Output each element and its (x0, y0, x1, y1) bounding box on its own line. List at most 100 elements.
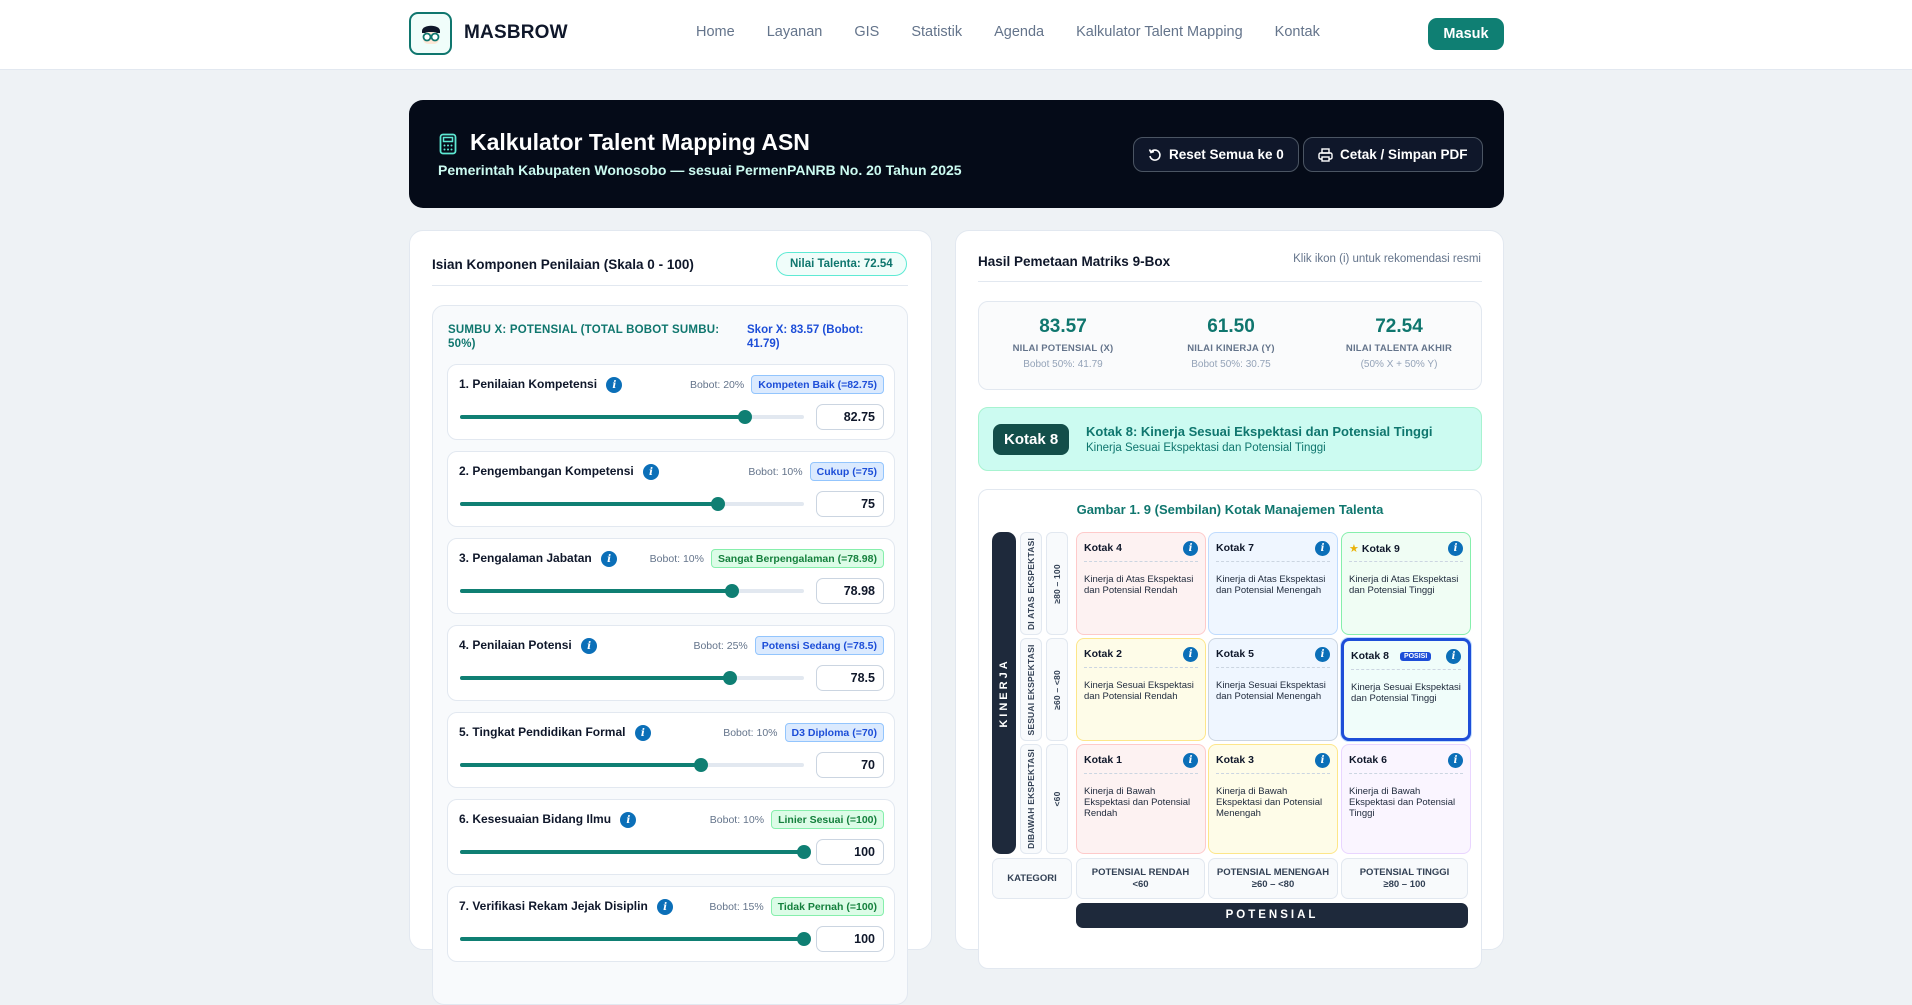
nav-link-statistik[interactable]: Statistik (911, 24, 962, 40)
info-icon[interactable]: i (1315, 647, 1330, 662)
cell-description: Kinerja Sesuai Ekspektasi dan Potensial … (1084, 680, 1194, 702)
slider-thumb[interactable] (711, 497, 725, 511)
row-label-meets: SESUAI EKSPEKTASI (1020, 638, 1042, 741)
info-icon[interactable]: i (643, 464, 660, 480)
row-range-above: ≥80 – 100 (1046, 532, 1068, 635)
component-card: 2. Pengembangan Kompetensi i Bobot: 10% Cu… (447, 451, 895, 527)
star-icon: ★ (1349, 543, 1359, 555)
nav-link-gis[interactable]: GIS (854, 24, 879, 40)
row-label-above: DI ATAS EKSPEKTASI (1020, 532, 1042, 635)
nav-link-kalkulator[interactable]: Kalkulator Talent Mapping (1076, 24, 1243, 40)
cell-description: Kinerja Sesuai Ekspektasi dan Potensial … (1216, 680, 1326, 702)
info-icon[interactable]: i (1446, 649, 1461, 664)
component-weight: Bobot: 15% (709, 900, 764, 913)
slider-thumb[interactable] (797, 932, 811, 946)
info-icon[interactable]: i (1183, 541, 1198, 556)
info-icon[interactable]: i (581, 638, 598, 654)
axis-x-score: Skor X: 83.57 (Bobot: 41.79) (747, 324, 864, 350)
stat-label: NILAI TALENTA AKHIR (1345, 343, 1453, 354)
matrix-cell[interactable]: Kotak 5 i Kinerja Sesuai Ekspektasi dan Po… (1208, 638, 1338, 741)
component-value-input[interactable]: 75 (816, 491, 884, 517)
info-icon[interactable]: i (1315, 541, 1330, 556)
brand-name[interactable]: MASBROW (464, 22, 568, 44)
info-icon[interactable]: i (1183, 647, 1198, 662)
component-value-input[interactable]: 70 (816, 752, 884, 778)
matrix-cell[interactable]: Kotak 2 i Kinerja Sesuai Ekspektasi dan Po… (1076, 638, 1206, 741)
nav-link-home[interactable]: Home (696, 24, 735, 40)
info-icon[interactable]: i (606, 377, 623, 393)
cell-name: Kotak 3 (1216, 754, 1254, 766)
component-badge: Sangat Berpengalaman (=78.98) (710, 549, 884, 568)
info-icon[interactable]: i (1448, 541, 1463, 556)
component-slider[interactable] (460, 671, 804, 685)
matrix-cell[interactable]: Kotak 1 i Kinerja di Bawah Ekspektasi dan … (1076, 744, 1206, 854)
col-header-range: ≥60 – <80 (1251, 879, 1295, 890)
nav-link-layanan[interactable]: Layanan (767, 24, 823, 40)
component-name: 1. Penilaian Kompetensi i (459, 377, 623, 393)
nav-link-kontak[interactable]: Kontak (1275, 24, 1320, 40)
component-slider[interactable] (460, 410, 804, 424)
print-button-label: Cetak / Simpan PDF (1340, 147, 1468, 162)
cell-label: Kotak 6 (1349, 754, 1387, 766)
component-weight: Bobot: 10% (649, 552, 704, 565)
component-value-input[interactable]: 100 (816, 926, 884, 952)
print-button[interactable]: Cetak / Simpan PDF (1303, 137, 1483, 172)
matrix-cell[interactable]: Kotak 6 i Kinerja di Bawah Ekspektasi dan … (1341, 744, 1471, 854)
stat-talenta: 72.54 NILAI TALENTA AKHIR (50% X + 50% Y… (1315, 316, 1483, 370)
slider-thumb[interactable] (723, 671, 738, 685)
component-slider[interactable] (460, 497, 804, 511)
matrix-cell[interactable]: Kotak 3 i Kinerja di Bawah Ekspektasi dan … (1208, 744, 1338, 854)
info-icon[interactable]: i (1183, 753, 1198, 768)
slider-thumb[interactable] (693, 758, 708, 772)
slider-thumb[interactable] (797, 845, 811, 859)
component-label: 7. Verifikasi Rekam Jejak Disiplin (459, 899, 648, 913)
stat-value: 72.54 (1375, 316, 1423, 337)
slider-thumb[interactable] (737, 410, 752, 424)
component-badge: Potensi Sedang (=78.5) (754, 636, 884, 655)
row-range-text: <60 (1052, 791, 1062, 807)
brand-logo[interactable] (409, 12, 452, 55)
reset-button-label: Reset Semua ke 0 (1169, 147, 1284, 162)
reset-button[interactable]: Reset Semua ke 0 (1133, 137, 1299, 172)
component-badge: Linier Sesuai (=100) (771, 810, 884, 829)
component-weight: Bobot: 20% (689, 378, 745, 391)
component-value-input[interactable]: 100 (816, 839, 884, 865)
login-button[interactable]: Masuk (1428, 18, 1504, 50)
row-label-text: DIBAWAH EKSPEKTASI (1026, 749, 1036, 849)
component-slider[interactable] (460, 584, 804, 598)
slider-fill (460, 589, 732, 593)
col-header-range: ≥80 – 100 (1383, 879, 1426, 890)
info-icon[interactable]: i (657, 899, 674, 915)
component-weight: Bobot: 25% (693, 639, 748, 652)
info-icon[interactable]: i (634, 725, 651, 741)
component-label: 5. Tingkat Pendidikan Formal (459, 725, 626, 739)
input-panel: Isian Komponen Penilaian (Skala 0 - 100)… (409, 230, 932, 1005)
kinerja-axis-text: KINERJA (998, 658, 1010, 728)
nav-link-agenda[interactable]: Agenda (994, 24, 1044, 40)
matrix-cell[interactable]: Kotak 8 POSISI i Kinerja Sesuai Ekspektasi … (1341, 638, 1471, 741)
component-badge: Tidak Pernah (=100) (770, 897, 884, 916)
component-name: 5. Tingkat Pendidikan Formal i (459, 725, 651, 741)
matrix-cell[interactable]: Kotak 7 i Kinerja di Atas Ekspektasi dan P… (1208, 532, 1338, 635)
component-value-input[interactable]: 78.5 (816, 665, 884, 691)
result-panel-title: Hasil Pemetaan Matriks 9-Box (978, 254, 1171, 269)
page-title: Kalkulator Talent Mapping ASN (470, 129, 810, 155)
info-icon[interactable]: i (601, 551, 618, 567)
slider-thumb[interactable] (724, 584, 739, 598)
info-icon[interactable]: i (1315, 753, 1330, 768)
component-slider[interactable] (460, 758, 804, 772)
cell-name: Kotak 1 (1084, 754, 1122, 766)
matrix-cell[interactable]: ★ Kotak 9 i Kinerja di Atas Ekspektasi dan … (1341, 532, 1471, 635)
score-summary: 83.57 NILAI POTENSIAL (X) Bobot 50%: 41.… (978, 301, 1482, 390)
component-slider[interactable] (460, 932, 811, 946)
component-slider[interactable] (460, 845, 811, 859)
component-meta: Bobot: 10% D3 Diploma (=70) (723, 723, 884, 742)
component-value-input[interactable]: 78.98 (816, 578, 884, 604)
component-card: 4. Penilaian Potensi i Bobot: 25% Potensi … (447, 625, 895, 701)
matrix-cell[interactable]: Kotak 4 i Kinerja di Atas Ekspektasi dan P… (1076, 532, 1206, 635)
component-label: 3. Pengalaman Jabatan (459, 551, 592, 565)
info-icon[interactable]: i (1448, 753, 1463, 768)
cell-label: Kotak 8 (1351, 650, 1389, 662)
component-value-input[interactable]: 82.75 (816, 404, 884, 430)
info-icon[interactable]: i (620, 812, 637, 828)
